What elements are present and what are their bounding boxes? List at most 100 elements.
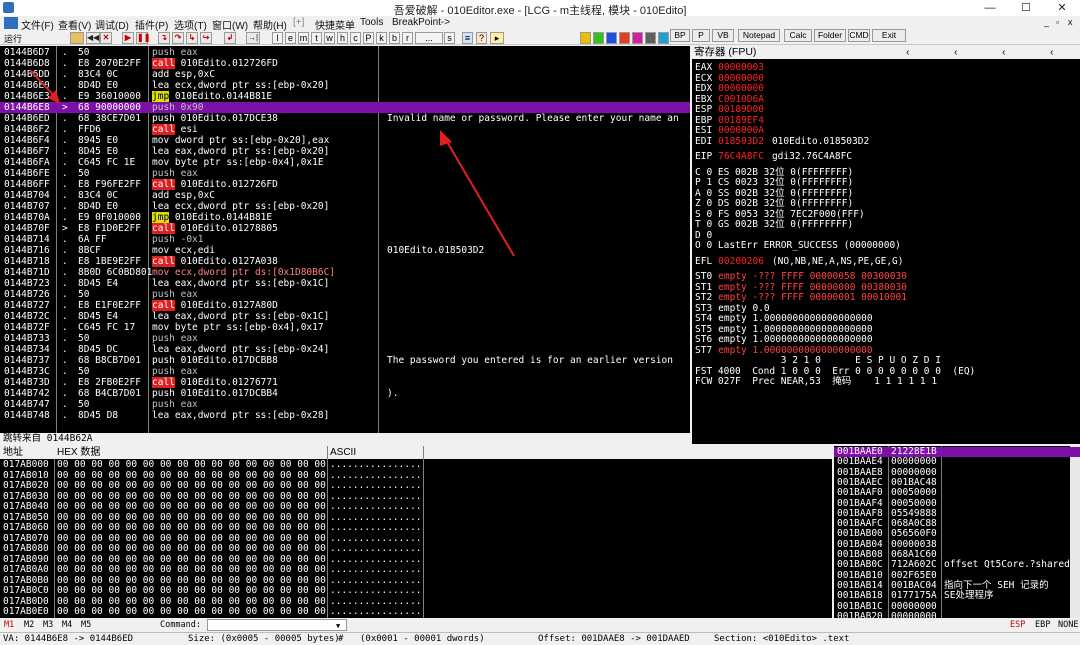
menu-debug[interactable]: 调试(D) xyxy=(95,17,129,32)
disasm-row[interactable]: 0144B733. 50 push eax xyxy=(0,333,690,344)
disasm-row[interactable]: 0144B70A. E9 0F010000 jmp 010Edito.0144B81… xyxy=(0,212,690,223)
disasm-row[interactable]: 0144B734. 8D45 DC lea eax,dword ptr ss:[eb… xyxy=(0,344,690,355)
registers-prev-icon[interactable]: ‹ xyxy=(906,46,910,59)
register-value[interactable]: C0010D6A xyxy=(718,94,764,105)
disasm-row[interactable]: 0144B727. E8 E1F0E2FF call 010Edito.0127A8… xyxy=(0,300,690,311)
command-dropdown-icon[interactable]: ▼ xyxy=(336,619,340,633)
color-button-magenta[interactable] xyxy=(632,32,643,44)
close-process-icon[interactable]: ✕ xyxy=(100,32,112,44)
callstack-window-button[interactable]: k xyxy=(376,32,387,44)
runtrace-window-button[interactable]: ... xyxy=(415,32,443,44)
menu-window[interactable]: 窗口(W) xyxy=(212,17,248,32)
tab-m2[interactable]: M2 xyxy=(24,618,34,632)
disasm-row[interactable]: 0144B718. E8 1BE9E2FF call 010Edito.0127A0… xyxy=(0,256,690,267)
color-button-gray[interactable] xyxy=(645,32,656,44)
register-value[interactable]: 0000000A xyxy=(718,125,764,136)
register-value[interactable]: 00189D00 xyxy=(718,104,764,115)
color-button-blue[interactable] xyxy=(606,32,617,44)
plugin-notepad-button[interactable]: Notepad xyxy=(738,29,780,42)
menu-shortcut[interactable]: 快捷菜单 xyxy=(315,17,355,32)
plugin-exit-button[interactable]: Exit xyxy=(872,29,906,42)
help-icon[interactable]: ? xyxy=(476,32,487,44)
disassembly-pane[interactable]: 0144B6D7. 50 push eax 0144B6D8. E8 2070E2FF c… xyxy=(0,46,690,433)
disasm-row[interactable]: 0144B737. 68 B8CB7D01 push 010Edito.017DCB… xyxy=(0,355,690,366)
dump-col-hex[interactable]: HEX 数据 xyxy=(57,446,100,459)
register-value[interactable]: 76C4A8FC xyxy=(718,151,764,162)
plugin-p-button[interactable]: P xyxy=(692,29,710,42)
color-button-yellow[interactable] xyxy=(580,32,591,44)
step-over-icon[interactable]: ↷ xyxy=(172,32,184,44)
disasm-row[interactable]: 0144B6D8. E8 2070E2FF call 010Edito.012726… xyxy=(0,58,690,69)
stack-mode-none[interactable]: NONE xyxy=(1058,618,1078,632)
modules-window-button[interactable]: e xyxy=(285,32,296,44)
dump-row[interactable]: 017AB040 00 00 00 00 00 00 00 00 00 00 00… xyxy=(0,501,832,513)
goto-icon[interactable]: →| xyxy=(246,32,260,44)
disasm-row[interactable]: 0144B707. 8D4D E0 lea ecx,dword ptr ss:[eb… xyxy=(0,201,690,212)
dump-row[interactable]: 017AB0E0 00 00 00 00 00 00 00 00 00 00 00… xyxy=(0,606,832,618)
registers-prev2-icon[interactable]: ‹ xyxy=(954,46,958,59)
disasm-row[interactable]: 0144B6F4. 8945 E0 mov dword ptr ss:[ebp-0x… xyxy=(0,135,690,146)
memory-window-button[interactable]: m xyxy=(298,32,309,44)
step-into-icon[interactable]: ↴ xyxy=(158,32,170,44)
stack-row[interactable]: 001BAB18 0177175A SE处理程序 xyxy=(834,590,1080,601)
disasm-row[interactable]: 0144B747. 50 push eax xyxy=(0,399,690,410)
open-icon[interactable] xyxy=(70,32,84,44)
minimize-button[interactable]: — xyxy=(972,0,1008,16)
disasm-row[interactable]: 0144B73C. 50 push eax xyxy=(0,366,690,377)
register-value[interactable]: 00189EF4 xyxy=(718,115,764,126)
disasm-row[interactable]: 0144B70F > E8 F1D0E2FF call 010Edito.012788… xyxy=(0,223,690,234)
plugin-folder-button[interactable]: Folder xyxy=(814,29,846,42)
register-value[interactable]: 00000003 xyxy=(718,62,764,73)
references-window-button[interactable]: r xyxy=(402,32,413,44)
patches-window-button[interactable]: P xyxy=(363,32,374,44)
menu-app-icon[interactable] xyxy=(4,17,18,29)
disasm-row[interactable]: 0144B6ED. 68 38CE7D01 push 010Edito.017DCE… xyxy=(0,113,690,124)
registers-prev3-icon[interactable]: ‹ xyxy=(1002,46,1006,59)
register-value[interactable]: 018503D2 xyxy=(718,136,764,147)
plugin-calc-button[interactable]: Calc xyxy=(784,29,812,42)
log-window-button[interactable]: l xyxy=(272,32,283,44)
tab-m4[interactable]: M4 xyxy=(62,618,72,632)
execute-till-return-icon[interactable]: ↲ xyxy=(224,32,236,44)
trace-into-icon[interactable]: ↳ xyxy=(186,32,198,44)
menu-plugins[interactable]: 插件(P) xyxy=(135,17,168,32)
menu-plus[interactable]: [+] xyxy=(293,17,304,28)
disasm-row[interactable]: 0144B748. 8D45 D8 lea eax,dword ptr ss:[eb… xyxy=(0,410,690,421)
disasm-row[interactable]: 0144B6FE. 50 push eax xyxy=(0,168,690,179)
disasm-row[interactable]: 0144B714. 6A FF push -0x1 xyxy=(0,234,690,245)
dump-row[interactable]: 017AB060 00 00 00 00 00 00 00 00 00 00 00… xyxy=(0,522,832,534)
stack-mode-esp[interactable]: ESP xyxy=(1010,618,1025,632)
list-icon[interactable]: ≡ xyxy=(462,32,473,44)
color-button-cyan[interactable] xyxy=(658,32,669,44)
pause-icon[interactable]: ❚❚ xyxy=(136,32,150,44)
stack-mode-ebp[interactable]: EBP xyxy=(1035,618,1050,632)
maximize-button[interactable]: ☐ xyxy=(1008,0,1044,16)
breakpoints-window-button[interactable]: b xyxy=(389,32,400,44)
disasm-row[interactable]: 0144B704. 83C4 0C add esp,0xC xyxy=(0,190,690,201)
disasm-row[interactable]: 0144B72C. 8D45 E4 lea eax,dword ptr ss:[eb… xyxy=(0,311,690,322)
disasm-row[interactable]: 0144B6FA. C645 FC 1E mov byte ptr ss:[ebp-… xyxy=(0,157,690,168)
menu-breakpoint[interactable]: BreakPoint-> xyxy=(392,17,450,28)
threads-window-button[interactable]: t xyxy=(311,32,322,44)
menu-options[interactable]: 选项(T) xyxy=(174,17,207,32)
dump-col-address[interactable]: 地址 xyxy=(3,446,23,459)
disasm-row[interactable]: 0144B71D. 8B0D 6C0BD801 mov ecx,dword ptr … xyxy=(0,267,690,278)
stack-pane[interactable]: 001BAAE0 21228E1B 001BAAE4 00000000 001BAAE8… xyxy=(834,446,1080,618)
source-window-button[interactable]: s xyxy=(444,32,455,44)
run-icon[interactable]: ▶ xyxy=(122,32,134,44)
disasm-row[interactable]: 0144B6F7. 8D45 E0 lea eax,dword ptr ss:[eb… xyxy=(0,146,690,157)
dump-row[interactable]: 017AB080 00 00 00 00 00 00 00 00 00 00 00… xyxy=(0,543,832,555)
plugin-vb-button[interactable]: VB xyxy=(712,29,734,42)
disasm-row[interactable]: 0144B73D. E8 2FB0E2FF call 010Edito.012767… xyxy=(0,377,690,388)
disasm-row[interactable]: 0144B6FF. E8 F96FE2FF call 010Edito.012726… xyxy=(0,179,690,190)
disasm-row[interactable]: 0144B6DD. 83C4 0C add esp,0xC xyxy=(0,69,690,80)
register-value[interactable]: 00200206 xyxy=(718,256,764,267)
menu-view[interactable]: 查看(V) xyxy=(58,17,91,32)
tab-m3[interactable]: M3 xyxy=(43,618,53,632)
menu-file[interactable]: 文件(F) xyxy=(21,17,54,32)
child-minimize-button[interactable]: _ xyxy=(1044,17,1049,27)
dump-col-ascii[interactable]: ASCII xyxy=(330,446,356,459)
menu-arrow-icon[interactable]: ▸ xyxy=(490,32,504,44)
windows-window-button[interactable]: w xyxy=(324,32,335,44)
disasm-row[interactable]: 0144B6D7. 50 push eax xyxy=(0,47,690,58)
